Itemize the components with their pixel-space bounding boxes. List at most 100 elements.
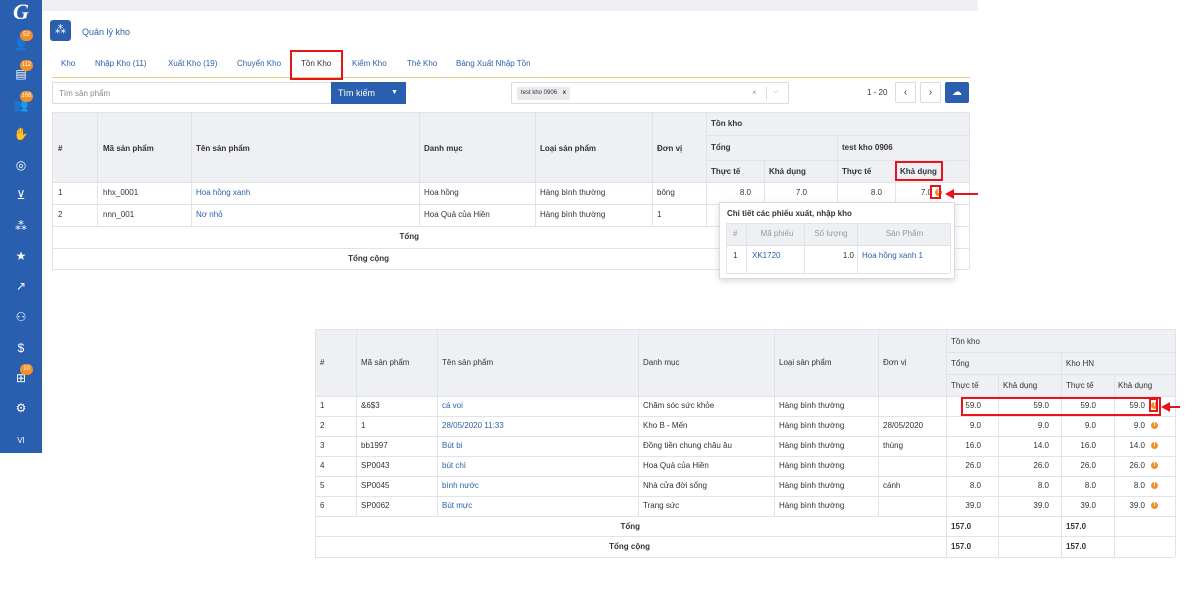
row-category: Trang sức <box>643 501 680 510</box>
row-name-link[interactable]: Bút mực <box>442 500 632 512</box>
gear-icon[interactable]: ⚙ <box>0 398 42 418</box>
select-divider <box>766 87 767 100</box>
table-gridline <box>356 329 357 516</box>
row-wh-avail: 8.0 <box>1133 481 1145 490</box>
tab-export[interactable]: Xuất Kho (19) <box>168 59 217 68</box>
table-gridline <box>946 516 947 557</box>
info-icon[interactable]: i <box>1151 462 1158 469</box>
tab-transfer[interactable]: Chuyển Kho <box>237 59 281 68</box>
app-logo: G <box>13 0 29 24</box>
sum-total-value: 157.0 <box>951 522 972 531</box>
row-type: Hàng bình thường <box>779 441 845 450</box>
row-name-link[interactable]: Nơ nhỏ <box>196 209 396 221</box>
table-gridline <box>950 223 951 273</box>
table-gridline <box>52 182 969 183</box>
popup-col-qty: Số lượng <box>814 229 848 238</box>
row-category: Kho B - Mến <box>643 421 688 430</box>
row-unit: thùng <box>883 441 904 450</box>
popup-title: Chi tiết các phiếu xuất, nhập kho <box>727 209 852 218</box>
shopping-cart-icon[interactable]: ⊻ <box>0 185 42 205</box>
table-gridline <box>706 112 707 226</box>
table-gridline <box>969 112 970 269</box>
row-name-link[interactable]: 28/05/2020 11:33 <box>442 420 632 432</box>
row-type: Hàng bình thường <box>779 421 845 430</box>
highlight-box <box>961 397 1161 416</box>
row-wh-actual: 8.0 <box>870 188 882 197</box>
info-icon[interactable]: i <box>1151 422 1158 429</box>
row-category: Đồng tiền chung châu âu <box>643 441 732 450</box>
tab-stock-check[interactable]: Kiểm Kho <box>352 59 387 68</box>
table-gridline <box>315 416 1175 417</box>
sum-row-label: Tổng <box>620 522 640 531</box>
caret-down-icon[interactable]: ▼ <box>391 82 398 104</box>
row-category: Hoa Quả của Hiền <box>643 461 709 470</box>
row-index: 2 <box>320 421 325 430</box>
tab-import[interactable]: Nhập Kho (11) <box>95 59 146 68</box>
row-type: Hàng bình thường <box>779 501 845 510</box>
sum-wh-value: 157.0 <box>1066 522 1087 531</box>
row-unit: 28/05/2020 <box>883 421 924 430</box>
info-icon[interactable]: i <box>1151 502 1158 509</box>
table-gridline <box>437 329 438 516</box>
row-code: SP0062 <box>361 501 390 510</box>
table-gridline <box>652 112 653 226</box>
row-total-actual: 8.0 <box>739 188 751 197</box>
info-icon[interactable]: i <box>1151 442 1158 449</box>
tab-stock-card[interactable]: Thẻ Kho <box>407 59 437 68</box>
cubes-icon[interactable]: ⁂ <box>0 216 42 236</box>
star-icon[interactable]: ★ <box>0 246 42 266</box>
row-name-link[interactable]: bình nước <box>442 480 632 492</box>
row-type: Hàng bình thường <box>779 461 845 470</box>
table-gridline <box>857 223 858 273</box>
row-code: hhx_0001 <box>103 188 139 197</box>
chart-line-icon[interactable]: ↗ <box>0 276 42 296</box>
table-gridline <box>726 245 950 246</box>
notification-badge: 52 <box>20 30 33 41</box>
table-gridline <box>638 329 639 516</box>
table-gridline <box>804 223 805 273</box>
chip-remove-icon[interactable]: x <box>563 90 566 96</box>
row-category: Hoa hồng <box>424 188 459 197</box>
popup-row-product-link[interactable]: Hoa hồng xanh 1 <box>862 250 950 262</box>
table-gridline <box>726 223 950 224</box>
dollar-icon[interactable]: $ <box>0 338 42 358</box>
users-icon[interactable]: ⚇ <box>0 307 42 327</box>
row-total-avail: 39.0 <box>1033 501 1049 510</box>
notification-badge: 112 <box>20 60 33 71</box>
row-total-avail: 8.0 <box>1037 481 1049 490</box>
row-code: 1 <box>361 421 366 430</box>
row-total-actual: 8.0 <box>969 481 981 490</box>
info-icon[interactable]: i <box>1151 482 1158 489</box>
row-name-link[interactable]: bút chì <box>442 460 632 472</box>
tab-import-export-report[interactable]: Bảng Xuất Nhập Tồn <box>456 59 531 68</box>
next-page-button[interactable]: › <box>920 82 941 103</box>
tab-warehouse[interactable]: Kho <box>61 59 75 68</box>
col-header-total: Tổng <box>951 359 970 368</box>
row-name-link[interactable]: Hoa hồng xanh <box>196 187 396 199</box>
search-button[interactable]: Tìm kiếm ▼ <box>331 82 406 104</box>
row-name-link[interactable]: Bút bi <box>442 440 632 452</box>
table-gridline <box>419 112 420 226</box>
popup-col-product: Sản Phẩm <box>885 229 924 238</box>
clear-icon[interactable]: × <box>752 88 757 97</box>
target-icon[interactable]: ◎ <box>0 155 42 175</box>
col-header-warehouse: test kho 0906 <box>842 143 893 152</box>
popup-row-code-link[interactable]: XK1720 <box>752 250 802 262</box>
row-wh-actual: 16.0 <box>1080 441 1096 450</box>
language-switch[interactable]: VI <box>0 436 42 445</box>
row-name-link[interactable]: cá voi <box>442 400 632 412</box>
warehouse-chip-label: test kho 0906 <box>521 90 558 96</box>
warehouse-select[interactable]: test kho 0906 x × ⌵ <box>511 82 789 104</box>
handshake-icon[interactable]: ✋ <box>0 124 42 144</box>
sidebar: G 👤 52 ▤ 112 👥 166 ✋ ◎ ⊻ ⁂ ★ ↗ ⚇ $ ⊞ 10 ⚙ VI <box>0 0 42 453</box>
product-search-input[interactable]: Tìm sản phẩm <box>52 82 332 104</box>
prev-page-button[interactable]: ‹ <box>895 82 916 103</box>
table-gridline <box>97 112 98 226</box>
row-total-avail: 26.0 <box>1033 461 1049 470</box>
chevron-down-icon[interactable]: ⌵ <box>773 88 778 96</box>
cloud-download-icon[interactable]: ☁ <box>945 82 969 103</box>
table-gridline <box>52 112 53 269</box>
table-gridline <box>726 223 727 273</box>
row-index: 4 <box>320 461 325 470</box>
row-code: nnn_001 <box>103 210 135 219</box>
